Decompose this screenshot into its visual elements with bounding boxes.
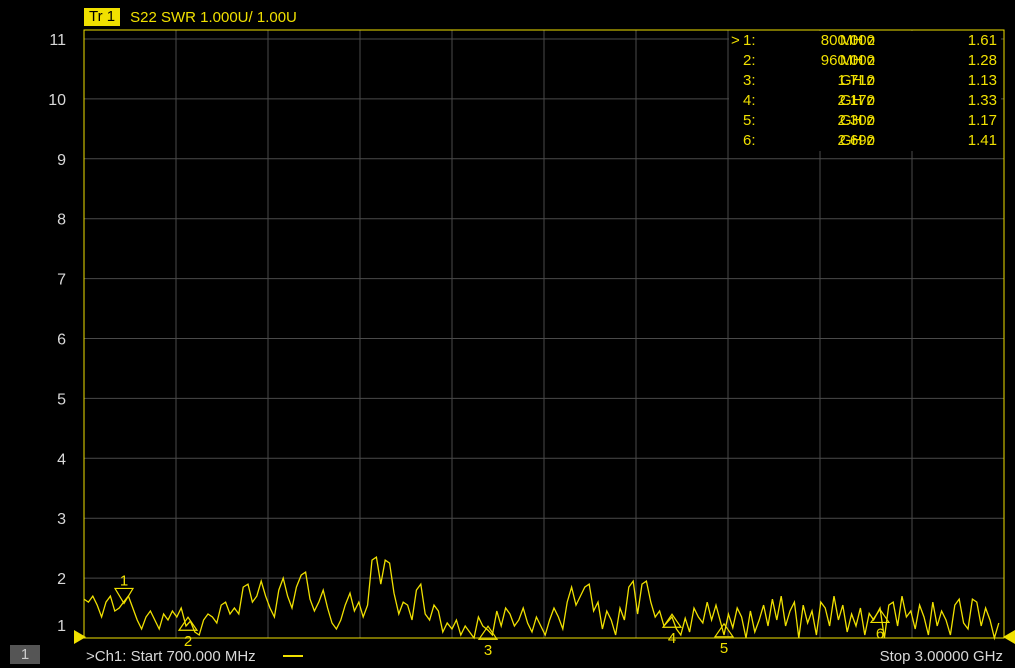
trace-legend-line [283, 655, 303, 657]
trace-markers: 1 2 3 4 5 6 [113, 572, 891, 659]
marker-label: 3 [484, 642, 492, 659]
marker-number: 1: [743, 32, 756, 49]
stop-frequency[interactable]: Stop 3.00000 GHz [880, 648, 1003, 665]
marker-unit: GH z [840, 92, 875, 109]
marker-unit: GH z [840, 112, 875, 129]
marker-unit: GH z [840, 132, 875, 149]
marker-unit: GH z [840, 72, 875, 89]
marker-value: 1.33 [967, 92, 997, 109]
y-tick-label: 11 [49, 32, 66, 49]
marker-label: 4 [668, 630, 676, 647]
marker-number: 5: [743, 112, 756, 129]
marker-value: 1.17 [967, 112, 997, 129]
marker-1: 1 [113, 572, 135, 605]
marker-active-indicator: > [731, 32, 740, 49]
y-tick-label: 6 [57, 331, 66, 348]
y-axis-ticks: 11 10 9 8 7 6 5 4 3 2 1 [48, 32, 66, 635]
marker-row[interactable]: 4: 2.170 GH z 1.33 [729, 91, 1001, 111]
marker-3: 3 [477, 625, 499, 659]
start-frequency[interactable]: >Ch1: Start 700.000 MHz [86, 648, 256, 665]
y-tick-label: 3 [57, 511, 66, 528]
marker-label: 5 [720, 640, 728, 657]
marker-row[interactable]: 5: 2.300 GH z 1.17 [729, 111, 1001, 131]
marker-number: 6: [743, 132, 756, 149]
marker-5: 5 [713, 622, 735, 657]
marker-value: 1.61 [967, 32, 997, 49]
marker-row[interactable]: 3: 1.710 GH z 1.13 [729, 71, 1001, 91]
y-tick-label: 10 [48, 92, 66, 109]
marker-number: 2: [743, 52, 756, 69]
marker-row[interactable]: >1: 800.000 MH z 1.61 [729, 31, 1001, 51]
y-tick-label: 7 [57, 272, 66, 289]
trace-line [83, 555, 1000, 641]
y-tick-label: 9 [57, 152, 66, 169]
marker-label: 1 [120, 572, 128, 589]
y-tick-label: 4 [57, 451, 66, 468]
marker-number: 4: [743, 92, 756, 109]
marker-number: 3: [743, 72, 756, 89]
channel-number[interactable]: 1 [10, 645, 40, 664]
y-tick-label: 2 [57, 571, 66, 588]
marker-row[interactable]: 2: 960.000 MH z 1.28 [729, 51, 1001, 71]
marker-unit: MH z [840, 32, 875, 49]
marker-row[interactable]: 6: 2.690 GH z 1.41 [729, 131, 1001, 151]
analyzer-screen: Tr 1 S22 SWR 1.000U/ 1.00U 11 10 9 8 7 6 5 4 3 2 1… [0, 0, 1015, 668]
marker-value: 1.28 [967, 52, 997, 69]
marker-2: 2 [177, 616, 199, 650]
y-tick-label: 1 [57, 618, 66, 635]
y-tick-label: 5 [57, 391, 66, 408]
marker-table: >1: 800.000 MH z 1.61 2: 960.000 MH z 1.28 3: 1.7… [729, 31, 1001, 151]
marker-value: 1.41 [967, 132, 997, 149]
y-tick-label: 8 [57, 212, 66, 229]
marker-label: 6 [876, 625, 884, 642]
right-ref-arrow-icon [1003, 630, 1015, 644]
marker-value: 1.13 [967, 72, 997, 89]
marker-unit: MH z [840, 52, 875, 69]
